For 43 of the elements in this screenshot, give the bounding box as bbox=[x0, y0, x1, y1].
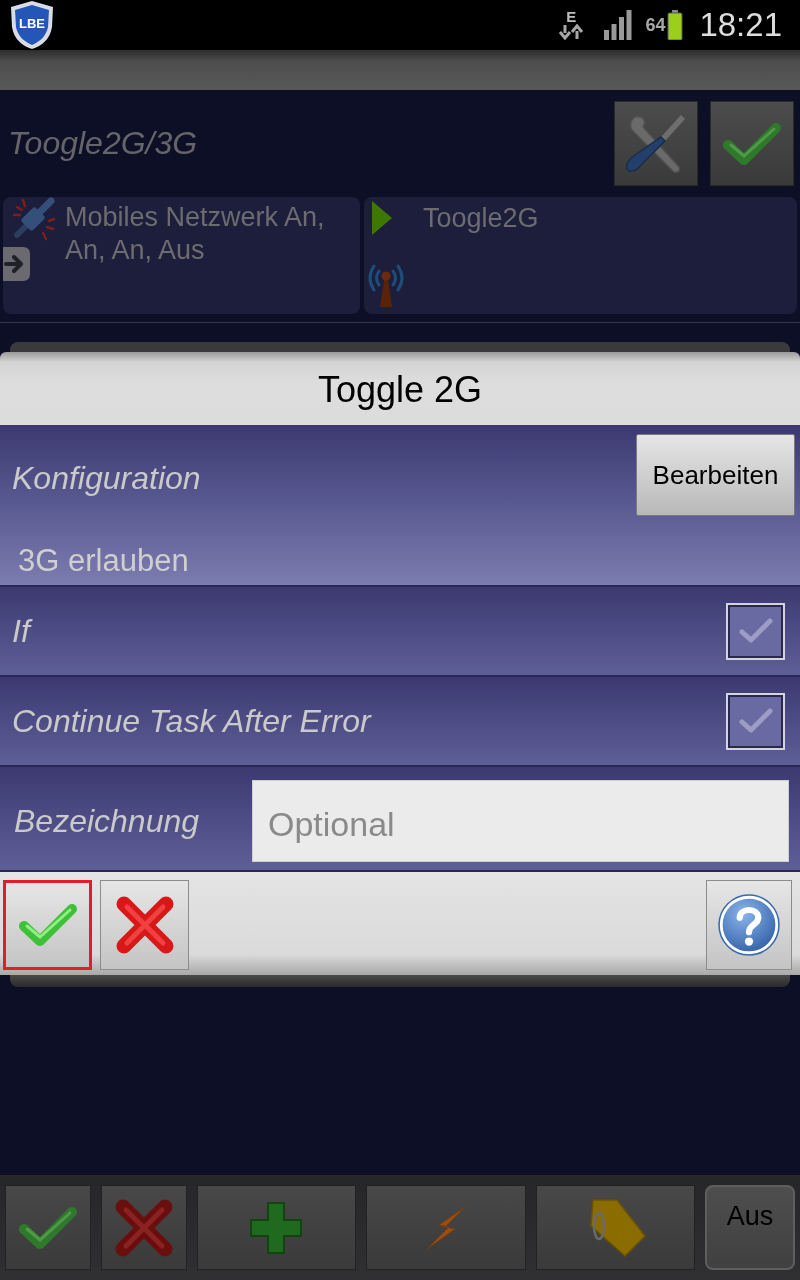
cross-icon bbox=[113, 1197, 174, 1258]
help-icon bbox=[718, 894, 780, 956]
checkbox[interactable] bbox=[726, 692, 785, 750]
name-input-field[interactable]: Optional bbox=[252, 780, 789, 862]
data-arrows-icon bbox=[558, 24, 585, 40]
check-icon bbox=[736, 706, 775, 736]
task-title: Toogle2G/3G bbox=[8, 125, 199, 162]
help-button[interactable] bbox=[706, 880, 792, 970]
confirm-button[interactable] bbox=[710, 101, 794, 186]
clock: 18:21 bbox=[699, 6, 782, 44]
config-value: 3G erlauben bbox=[17, 543, 190, 580]
cancel-button[interactable] bbox=[100, 880, 189, 970]
config-label: Konfiguration bbox=[12, 459, 202, 497]
check-icon bbox=[722, 120, 782, 167]
add-button[interactable] bbox=[196, 1185, 357, 1270]
check-icon bbox=[17, 1204, 78, 1251]
accept-button[interactable] bbox=[5, 1185, 91, 1270]
signal-icon bbox=[604, 10, 633, 40]
check-icon bbox=[17, 902, 78, 948]
option-label: Continue Task After Error bbox=[12, 702, 371, 740]
plus-icon bbox=[248, 1199, 305, 1256]
arrow-into-box-icon bbox=[3, 245, 31, 283]
off-button[interactable]: Aus bbox=[705, 1185, 795, 1270]
cross-icon bbox=[114, 895, 175, 955]
shield-logo: LBE bbox=[8, 0, 56, 50]
task-card[interactable]: Toogle2G bbox=[364, 197, 797, 314]
play-icon bbox=[371, 200, 393, 236]
network-type-label: E bbox=[566, 10, 577, 24]
tools-button[interactable] bbox=[614, 101, 698, 186]
tag-button[interactable] bbox=[535, 1185, 696, 1270]
dialog-title: Toggle 2G bbox=[0, 352, 800, 425]
edit-button[interactable]: Bearbeiten bbox=[636, 434, 795, 516]
action-card[interactable]: Mobiles Netzwerk An, An, An, Aus bbox=[3, 197, 360, 314]
battery-icon bbox=[667, 10, 684, 40]
task-name: Toogle2G bbox=[422, 202, 540, 235]
lightning-icon bbox=[424, 1204, 467, 1251]
name-label: Bezeichnung bbox=[14, 802, 201, 840]
checkbox[interactable] bbox=[726, 602, 785, 660]
plug-icon bbox=[11, 197, 55, 241]
check-icon bbox=[736, 616, 775, 646]
ok-button[interactable] bbox=[3, 880, 92, 970]
battery-percent: 64 bbox=[645, 14, 666, 36]
action-text: Mobiles Netzwerk An, An, An, Aus bbox=[64, 201, 326, 267]
